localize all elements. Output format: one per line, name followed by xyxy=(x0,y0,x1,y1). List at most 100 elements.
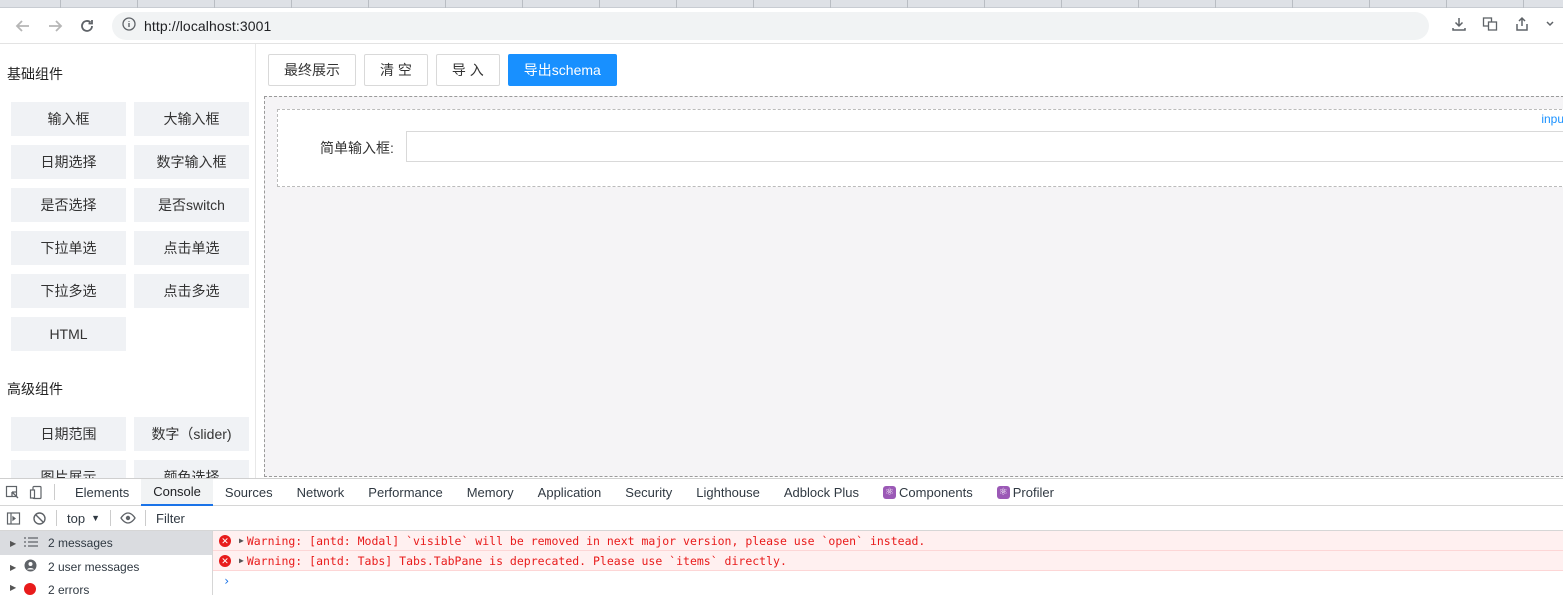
translate-icon[interactable] xyxy=(1482,16,1498,35)
devtools-tab-console[interactable]: Console xyxy=(141,478,213,506)
expand-triangle-icon[interactable]: ▶ xyxy=(10,583,24,592)
tab-divider xyxy=(291,0,292,8)
expand-triangle-icon[interactable]: ▶ xyxy=(239,556,244,565)
console-prompt[interactable]: › xyxy=(213,571,1563,591)
tab-divider xyxy=(676,0,677,8)
component-item[interactable]: 点击多选 xyxy=(134,274,249,308)
console-warning-row[interactable]: ✕ ▶ Warning: [antd: Tabs] Tabs.TabPane i… xyxy=(213,551,1563,571)
expand-triangle-icon[interactable]: ▶ xyxy=(239,536,244,545)
basic-components-title: 基础组件 xyxy=(7,66,63,82)
sidebar-item-errors[interactable]: ▶ 2 errors xyxy=(0,579,212,595)
component-sidebar: 基础组件 输入框 大输入框 日期选择 数字输入框 是否选择 是否switch 下拉单选 点击单… xyxy=(0,44,256,481)
devtools-tab-lighthouse[interactable]: Lighthouse xyxy=(684,479,772,506)
tab-divider xyxy=(1215,0,1216,8)
form-field-simple-input[interactable]: inputN 简单输入框: xyxy=(277,109,1563,187)
chevron-down-icon[interactable] xyxy=(1545,16,1555,35)
sidebar-item-messages[interactable]: ▶ 2 messages xyxy=(0,531,212,555)
form-canvas[interactable]: inputN 简单输入框: xyxy=(264,96,1563,477)
basic-components-grid: 输入框 大输入框 日期选择 数字输入框 是否选择 是否switch 下拉单选 点击单选 下拉多选… xyxy=(7,102,255,351)
console-filter-input[interactable]: Filter xyxy=(156,511,185,526)
simple-input-field[interactable] xyxy=(406,131,1563,162)
toolbar-separator xyxy=(145,510,146,526)
component-item[interactable]: 是否switch xyxy=(134,188,249,222)
context-selector[interactable]: top ▼ xyxy=(61,511,106,526)
reload-icon[interactable] xyxy=(74,13,100,39)
component-item[interactable]: 数字（slider) xyxy=(134,417,249,451)
devtools-tab-label: Sources xyxy=(224,484,273,500)
devtools-tab-application[interactable]: Application xyxy=(526,479,614,506)
component-item[interactable]: 下拉多选 xyxy=(11,274,126,308)
browser-toolbar-right xyxy=(1443,16,1563,35)
component-item[interactable]: 下拉单选 xyxy=(11,231,126,265)
devtools-panel: Elements Console Sources Network Performance… xyxy=(0,478,1563,595)
devtools-tab-memory[interactable]: Memory xyxy=(455,479,526,506)
tab-divider xyxy=(214,0,215,8)
devtools-tab-label: Security xyxy=(625,484,673,500)
clear-console-icon[interactable] xyxy=(26,511,52,526)
share-icon[interactable] xyxy=(1514,16,1530,35)
expand-triangle-icon[interactable]: ▶ xyxy=(10,539,24,548)
devtools-tab-profiler[interactable]: ⚛ Profiler xyxy=(985,479,1066,506)
devtools-tab-network[interactable]: Network xyxy=(285,479,357,506)
advanced-components-grid: 日期范围 数字（slider) 图片展示 颜色选择 xyxy=(7,417,255,481)
back-arrow-icon[interactable] xyxy=(10,13,36,39)
component-item[interactable]: 是否选择 xyxy=(11,188,126,222)
inspect-element-icon[interactable] xyxy=(0,485,24,500)
url-omnibox[interactable]: http://localhost:3001 xyxy=(112,11,1429,40)
tab-divider xyxy=(984,0,985,8)
device-toggle-icon[interactable] xyxy=(24,485,48,500)
list-icon xyxy=(24,536,48,550)
messages-count: 2 messages xyxy=(48,536,113,550)
react-icon: ⚛ xyxy=(996,485,1010,499)
component-item[interactable]: 大输入框 xyxy=(134,102,249,136)
info-icon[interactable] xyxy=(122,17,136,34)
devtools-tab-label: Application xyxy=(537,484,602,500)
devtools-tab-elements[interactable]: Elements xyxy=(63,479,141,506)
error-icon: ✕ xyxy=(219,554,231,567)
export-schema-button[interactable]: 导出schema xyxy=(507,54,617,86)
final-display-button[interactable]: 最终展示 xyxy=(268,54,356,86)
devtools-tab-performance[interactable]: Performance xyxy=(356,479,454,506)
clear-button[interactable]: 清 空 xyxy=(364,54,428,86)
expand-triangle-icon[interactable]: ▶ xyxy=(10,563,24,572)
browser-tab-strip xyxy=(0,0,1563,8)
devtools-tab-label: Console xyxy=(153,483,201,499)
component-item[interactable]: 输入框 xyxy=(11,102,126,136)
tab-divider xyxy=(137,0,138,8)
tab-divider xyxy=(1369,0,1370,8)
devtools-tab-bar: Elements Console Sources Network Performance… xyxy=(0,478,1563,506)
component-item[interactable]: 日期选择 xyxy=(11,145,126,179)
tab-divider xyxy=(1138,0,1139,8)
prompt-chevron-icon: › xyxy=(223,574,231,588)
tab-separator xyxy=(54,484,55,500)
eye-icon[interactable] xyxy=(115,512,141,524)
sidebar-item-user-messages[interactable]: ▶ 2 user messages xyxy=(0,555,212,579)
devtools-tab-adblock-plus[interactable]: Adblock Plus xyxy=(772,479,871,506)
error-icon: ✕ xyxy=(219,534,231,547)
console-toolbar: top ▼ Filter xyxy=(0,506,1563,531)
devtools-tab-label: Elements xyxy=(75,484,130,500)
devtools-tab-security[interactable]: Security xyxy=(613,479,684,506)
component-item[interactable]: 数字输入框 xyxy=(134,145,249,179)
url-text[interactable]: http://localhost:3001 xyxy=(144,18,271,34)
tab-divider xyxy=(445,0,446,8)
devtools-tab-components[interactable]: ⚛ Components xyxy=(871,479,985,506)
devtools-tab-label: Network xyxy=(296,484,345,500)
component-item[interactable]: 点击单选 xyxy=(134,231,249,265)
console-log: ✕ ▶ Warning: [antd: Modal] `visible` wil… xyxy=(213,531,1563,595)
console-warning-row[interactable]: ✕ ▶ Warning: [antd: Modal] `visible` wil… xyxy=(213,531,1563,551)
devtools-tab-label: Components xyxy=(899,484,973,500)
error-icon xyxy=(24,583,48,595)
devtools-tab-sources[interactable]: Sources xyxy=(213,479,285,506)
tab-divider xyxy=(907,0,908,8)
component-item[interactable]: 日期范围 xyxy=(11,417,126,451)
download-icon[interactable] xyxy=(1451,16,1467,35)
builder-main: 最终展示 清 空 导 入 导出schema inputN 简单输入框: xyxy=(256,44,1563,481)
field-id-tag: inputN xyxy=(1541,112,1563,126)
sidebar-toggle-icon[interactable] xyxy=(0,511,26,526)
component-item[interactable]: HTML xyxy=(11,317,126,351)
tab-divider xyxy=(599,0,600,8)
import-button[interactable]: 导 入 xyxy=(435,54,500,86)
tab-divider xyxy=(1523,0,1524,8)
forward-arrow-icon[interactable] xyxy=(42,13,68,39)
